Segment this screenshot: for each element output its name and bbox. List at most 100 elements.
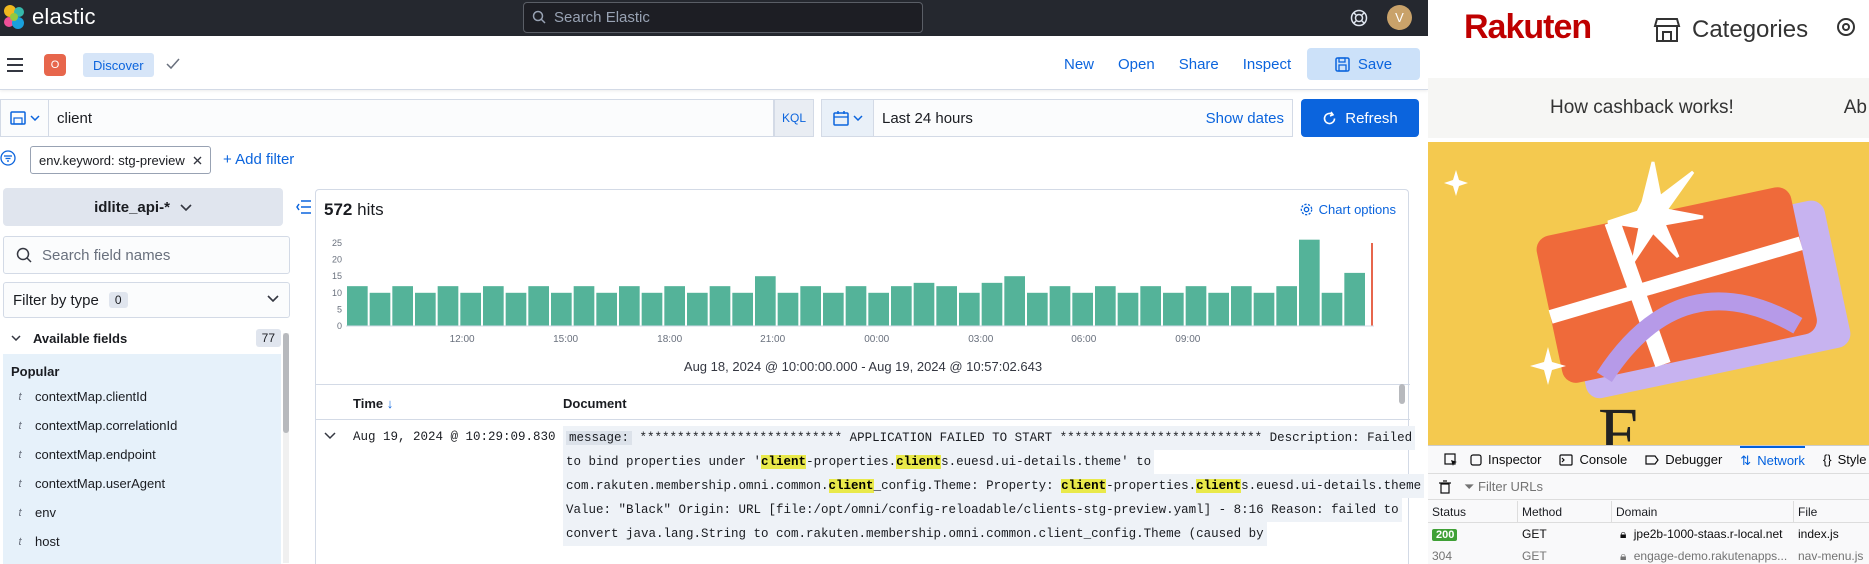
tab-console[interactable]: Console [1559, 446, 1627, 474]
histogram-bar[interactable] [528, 286, 549, 326]
field-item[interactable]: t contextMap.userAgent [3, 469, 281, 498]
histogram-chart[interactable]: 0 5 10 15 20 25 12:00 15:00 18:00 21:00 00:00 03:00… [316, 238, 1410, 358]
scroll-thumb[interactable] [283, 333, 289, 433]
date-range-display[interactable]: Last 24 hours Show dates [873, 99, 1293, 137]
histogram-bar[interactable] [505, 292, 527, 326]
histogram-bar[interactable] [596, 292, 617, 326]
chart-options-button[interactable]: Chart options [1300, 202, 1396, 217]
histogram-bar[interactable] [460, 292, 481, 326]
expand-row-icon[interactable] [324, 432, 336, 440]
histogram-bar[interactable] [369, 292, 391, 326]
tab-inspector[interactable]: Inspector [1470, 446, 1541, 474]
histogram-bar[interactable] [1140, 286, 1161, 326]
histogram-bar[interactable] [959, 292, 980, 326]
histogram-bar[interactable] [1072, 292, 1093, 326]
histogram-bar[interactable] [437, 286, 459, 326]
network-row[interactable]: 200 GET 🔒︎ jpe2b-1000-staas.r-local.net … [1428, 523, 1869, 545]
histogram-bar[interactable] [755, 276, 776, 326]
save-button[interactable]: Save [1307, 48, 1420, 80]
histogram-bar[interactable] [868, 292, 889, 326]
field-item[interactable]: t contextMap.clientId [3, 382, 281, 411]
table-scrollbar[interactable] [1399, 384, 1405, 404]
tab-debugger[interactable]: Debugger [1645, 446, 1722, 474]
histogram-bar[interactable] [1344, 272, 1365, 326]
elastic-logo[interactable]: elastic [2, 4, 96, 30]
field-item[interactable]: t host [3, 527, 281, 556]
histogram-bar[interactable] [1049, 286, 1071, 326]
col-domain[interactable]: Domain [1612, 500, 1794, 523]
histogram-bar[interactable] [1004, 276, 1025, 326]
tab-style[interactable]: {} Style [1823, 446, 1867, 474]
refresh-button[interactable]: Refresh [1301, 99, 1419, 137]
histogram-bar[interactable] [845, 286, 867, 326]
network-row[interactable]: 304 GET 🔒︎ engage-demo.rakutenapps... na… [1428, 545, 1869, 564]
saved-query-menu[interactable] [0, 99, 48, 137]
histogram-bar[interactable] [619, 286, 640, 326]
categories-menu[interactable]: Categories [1652, 16, 1858, 44]
query-input[interactable]: client [48, 99, 774, 137]
histogram-bar[interactable] [1299, 239, 1320, 326]
menu-icon[interactable] [7, 58, 23, 72]
histogram-bar[interactable] [1276, 286, 1297, 326]
histogram-bar[interactable] [1253, 292, 1275, 326]
available-fields-toggle[interactable]: Available fields 77 [3, 324, 281, 352]
field-item[interactable]: t contextMap.endpoint [3, 440, 281, 469]
histogram-bar[interactable] [1027, 292, 1048, 326]
field-search-input[interactable]: Search field names [3, 236, 290, 274]
data-view-selector[interactable]: idlite_api-* [3, 188, 283, 226]
table-row[interactable]: Aug 19, 2024 @ 10:29:09.830 message: ***… [316, 422, 1425, 564]
filter-pill[interactable]: env.keyword: stg-preview [30, 146, 211, 174]
histogram-bar[interactable] [709, 286, 731, 326]
col-method[interactable]: Method [1518, 500, 1612, 523]
histogram-bar[interactable] [392, 286, 413, 326]
global-search-input[interactable]: Search Elastic [523, 2, 923, 33]
filter-menu-icon[interactable] [0, 150, 16, 166]
histogram-bar[interactable] [641, 292, 663, 326]
histogram-bar[interactable] [1117, 292, 1139, 326]
sidebar-scrollbar[interactable] [283, 333, 289, 563]
col-status[interactable]: Status [1428, 500, 1518, 523]
collapse-sidebar-icon[interactable] [296, 200, 312, 214]
histogram-bar[interactable] [800, 286, 821, 326]
filter-by-type-button[interactable]: Filter by type 0 [3, 282, 290, 318]
inspect-link[interactable]: Inspect [1243, 56, 1291, 73]
histogram-bar[interactable] [664, 286, 685, 326]
trash-icon[interactable] [1438, 479, 1452, 494]
rakuten-logo[interactable]: Rakuten [1464, 8, 1592, 47]
open-link[interactable]: Open [1118, 56, 1155, 73]
col-file[interactable]: File [1794, 501, 1869, 523]
space-badge[interactable]: O [44, 54, 66, 76]
element-picker-icon[interactable] [1444, 452, 1458, 467]
histogram-bar[interactable] [1321, 292, 1343, 326]
field-item[interactable]: tmessage [3, 556, 281, 564]
histogram-bar[interactable] [415, 292, 436, 326]
histogram-bar[interactable] [777, 292, 799, 326]
breadcrumb-discover[interactable]: Discover [83, 53, 154, 77]
histogram-bar[interactable] [913, 282, 935, 326]
histogram-bar[interactable] [891, 286, 912, 326]
close-icon[interactable] [193, 156, 202, 165]
location-icon[interactable] [1834, 16, 1858, 44]
histogram-bar[interactable] [347, 286, 368, 326]
kql-toggle[interactable]: KQL [774, 99, 814, 137]
new-link[interactable]: New [1064, 56, 1094, 73]
share-link[interactable]: Share [1179, 56, 1219, 73]
help-icon[interactable] [1349, 8, 1369, 28]
how-cashback-link[interactable]: How cashback works! [1550, 97, 1734, 119]
histogram-bar[interactable] [732, 292, 753, 326]
show-dates-link[interactable]: Show dates [1206, 110, 1284, 127]
about-link[interactable]: Ab [1844, 97, 1867, 119]
histogram-bar[interactable] [1185, 286, 1207, 326]
quick-date-menu[interactable] [821, 99, 873, 137]
tab-network[interactable]: ⇅ Network [1740, 445, 1805, 474]
histogram-bar[interactable] [823, 292, 844, 326]
histogram-bar[interactable] [1095, 286, 1116, 326]
histogram-bar[interactable] [1208, 292, 1229, 326]
histogram-bar[interactable] [1231, 286, 1252, 326]
histogram-bar[interactable] [687, 292, 708, 326]
histogram-bar[interactable] [483, 286, 504, 326]
histogram-bar[interactable] [981, 282, 1003, 326]
histogram-bar[interactable] [573, 286, 595, 326]
user-avatar[interactable]: V [1387, 5, 1412, 30]
add-filter-button[interactable]: + Add filter [223, 151, 294, 168]
